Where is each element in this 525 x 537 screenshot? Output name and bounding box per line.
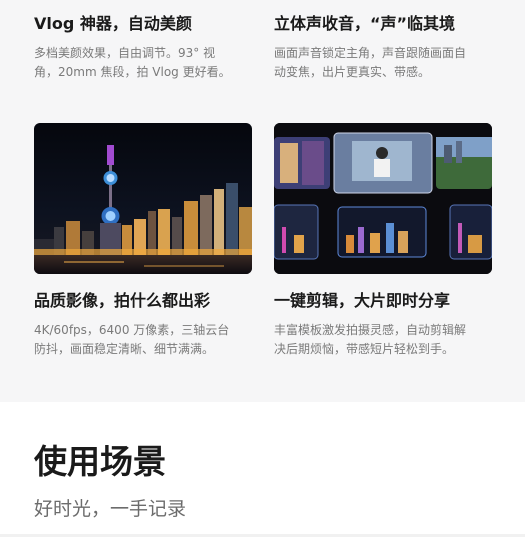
feature-card-stereo-audio: 立体声收音，“声”临其境 画面声音锁定主角，声音跟随画面自 动变焦，出片更真实、… (274, 14, 492, 82)
night-skyline-photo (34, 123, 252, 274)
feature-desc-line: 丰富模板激发拍摄灵感，自动剪辑解 (274, 323, 467, 337)
video-clips-collage-photo (274, 123, 492, 274)
feature-description: 4K/60fps，6400 万像素，三轴云台 防抖，画面稳定清晰、细节满满。 (34, 321, 252, 359)
feature-desc-line: 防抖，画面稳定清晰、细节满满。 (34, 342, 215, 356)
feature-desc-line: 决后期烦恼，带感短片轻松到手。 (274, 342, 455, 356)
feature-description: 丰富模板激发拍摄灵感，自动剪辑解 决后期烦恼，带感短片轻松到手。 (274, 321, 492, 359)
feature-desc-line: 角，20mm 焦段，拍 Vlog 更好看。 (34, 65, 231, 79)
feature-desc-line: 动变焦，出片更真实、带感。 (274, 65, 431, 79)
feature-desc-line: 4K/60fps，6400 万像素，三轴云台 (34, 323, 230, 337)
feature-card-one-click-edit: 一键剪辑，大片即时分享 丰富模板激发拍摄灵感，自动剪辑解 决后期烦恼，带感短片轻… (274, 291, 492, 359)
section-subheading: 好时光，一手记录 (34, 498, 187, 520)
features-section: Vlog 神器，自动美颜 多档美颜效果，自由调节。93° 视 角，20mm 焦段… (0, 0, 525, 402)
feature-title: 立体声收音，“声”临其境 (274, 14, 456, 33)
section-heading: 使用场景 (34, 442, 166, 481)
feature-description: 画面声音锁定主角，声音跟随画面自 动变焦，出片更真实、带感。 (274, 44, 492, 82)
usage-scenes-section: 使用场景 好时光，一手记录 (0, 402, 525, 537)
feature-description: 多档美颜效果，自由调节。93° 视 角，20mm 焦段，拍 Vlog 更好看。 (34, 44, 252, 82)
feature-title: Vlog 神器，自动美颜 (34, 14, 192, 33)
feature-title: 一键剪辑，大片即时分享 (274, 291, 451, 310)
feature-title: 品质影像，拍什么都出彩 (34, 291, 211, 310)
feature-card-image-quality: 品质影像，拍什么都出彩 4K/60fps，6400 万像素，三轴云台 防抖，画面… (34, 291, 252, 359)
feature-desc-line: 多档美颜效果，自由调节。93° 视 (34, 46, 216, 60)
feature-card-vlog: Vlog 神器，自动美颜 多档美颜效果，自由调节。93° 视 角，20mm 焦段… (34, 14, 252, 82)
feature-desc-line: 画面声音锁定主角，声音跟随画面自 (274, 46, 467, 60)
